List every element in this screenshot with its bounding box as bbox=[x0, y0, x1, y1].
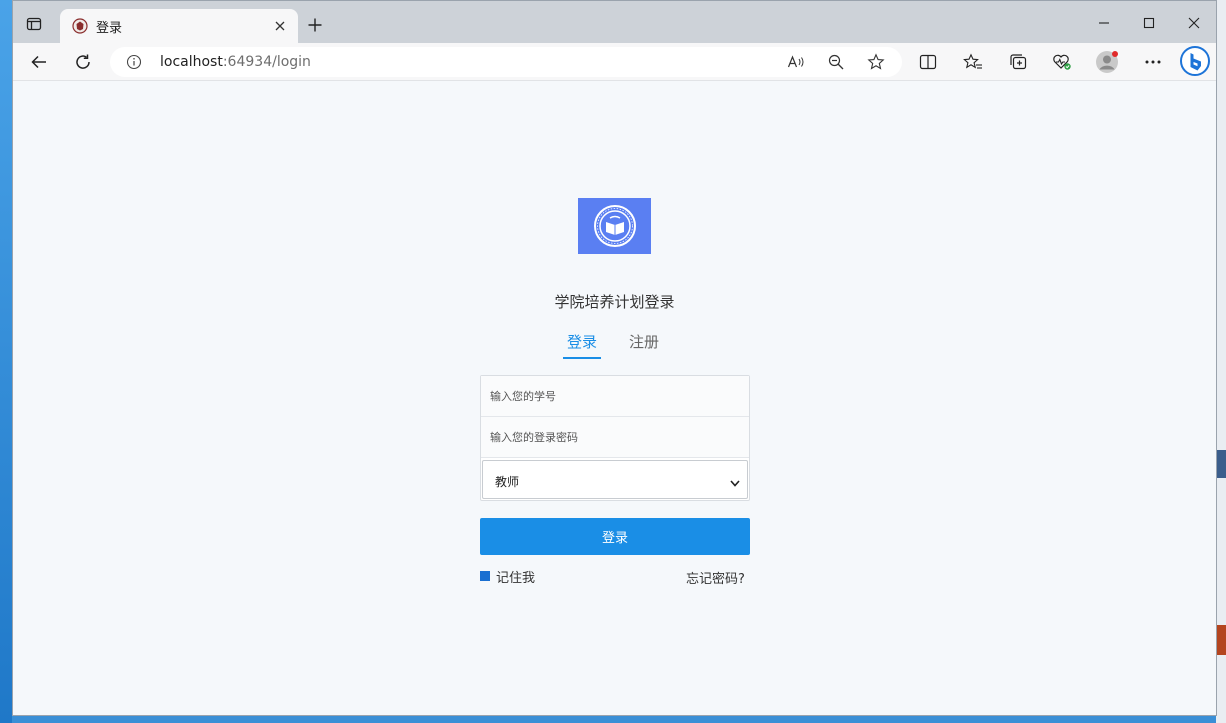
maximize-icon[interactable] bbox=[1126, 11, 1172, 35]
refresh-icon[interactable] bbox=[69, 48, 97, 76]
remember-me-label: 记住我 bbox=[496, 570, 536, 586]
desktop-background-left bbox=[0, 0, 12, 723]
student-id-input[interactable] bbox=[481, 376, 749, 416]
tab-strip: 登录 bbox=[13, 1, 1216, 43]
tab-register[interactable]: 注册 bbox=[629, 331, 659, 352]
login-page: 学院培养计划登录 登录 注册 教师 登录 记住我 忘记密码? bbox=[13, 81, 1216, 715]
role-select-value: 教师 bbox=[495, 475, 520, 489]
site-info-icon[interactable] bbox=[126, 54, 142, 70]
back-icon[interactable] bbox=[25, 48, 53, 76]
login-title: 学院培养计划登录 bbox=[554, 293, 675, 311]
browser-tab-active[interactable]: 登录 bbox=[60, 9, 298, 43]
copilot-icon[interactable] bbox=[1179, 45, 1211, 77]
role-select[interactable]: 教师 bbox=[482, 460, 748, 499]
background-window-edge bbox=[1216, 625, 1226, 655]
tab-title: 登录 bbox=[96, 21, 123, 36]
site-favicon-icon bbox=[72, 18, 88, 34]
url-host: localhost bbox=[160, 54, 223, 70]
new-tab-icon[interactable] bbox=[303, 13, 327, 37]
browser-essentials-icon[interactable] bbox=[1050, 50, 1074, 74]
background-window-edge bbox=[1216, 450, 1226, 478]
password-input[interactable] bbox=[481, 417, 749, 457]
url-path: :64934/login bbox=[222, 54, 311, 70]
login-form: 教师 bbox=[480, 375, 750, 501]
college-logo bbox=[578, 198, 651, 254]
address-bar[interactable]: localhost:64934/login bbox=[110, 47, 902, 77]
password-field-wrap bbox=[481, 417, 749, 458]
favorite-star-icon[interactable] bbox=[866, 52, 886, 72]
more-options-icon[interactable] bbox=[1141, 50, 1165, 74]
emblem-icon bbox=[593, 205, 636, 247]
close-window-icon[interactable] bbox=[1171, 11, 1216, 35]
navigation-bar: localhost:64934/login bbox=[13, 43, 1216, 81]
url-text[interactable]: localhost:64934/login bbox=[160, 54, 311, 70]
forgot-password-link[interactable]: 忘记密码? bbox=[686, 568, 745, 587]
close-tab-icon[interactable] bbox=[270, 16, 290, 36]
profile-avatar-icon[interactable] bbox=[1095, 50, 1119, 74]
browser-window: 登录 localhost:64934/login 学院培养计划登录 登录 注册 … bbox=[12, 0, 1217, 716]
favorites-icon[interactable] bbox=[961, 50, 985, 74]
chevron-down-icon bbox=[729, 474, 741, 487]
desktop-background-right bbox=[1216, 0, 1226, 723]
split-screen-icon[interactable] bbox=[916, 50, 940, 74]
login-tabs: 登录 注册 bbox=[561, 331, 671, 359]
read-aloud-icon[interactable] bbox=[786, 52, 806, 72]
minimize-icon[interactable] bbox=[1081, 11, 1127, 35]
tab-login[interactable]: 登录 bbox=[563, 331, 601, 359]
student-id-field-wrap bbox=[481, 376, 749, 417]
tab-actions-icon[interactable] bbox=[23, 13, 45, 35]
remember-me[interactable]: 记住我 bbox=[480, 568, 536, 586]
login-button[interactable]: 登录 bbox=[480, 518, 750, 555]
remember-me-checkbox[interactable] bbox=[480, 571, 490, 581]
collections-icon[interactable] bbox=[1006, 50, 1030, 74]
zoom-out-icon[interactable] bbox=[826, 52, 846, 72]
